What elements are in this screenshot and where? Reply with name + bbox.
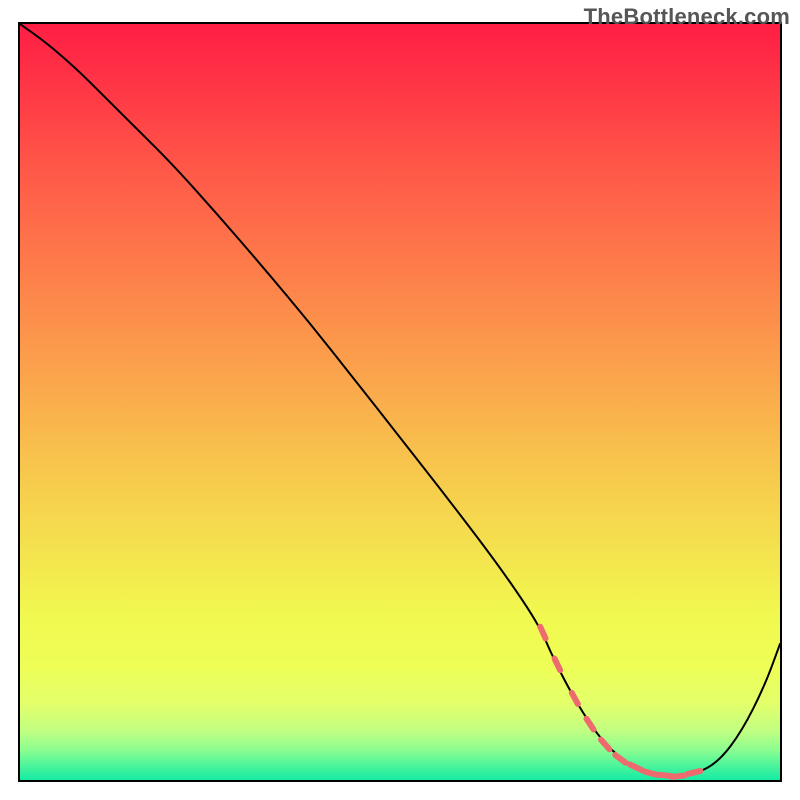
background-gradient (20, 24, 780, 780)
marker-tick (672, 776, 685, 777)
watermark-text: TheBottleneck.com (584, 4, 790, 30)
chart-plot-area (18, 22, 782, 782)
marker-tick (688, 771, 701, 774)
chart-svg (20, 24, 780, 780)
chart-container: TheBottleneck.com (0, 0, 800, 800)
marker-tick (645, 771, 657, 774)
